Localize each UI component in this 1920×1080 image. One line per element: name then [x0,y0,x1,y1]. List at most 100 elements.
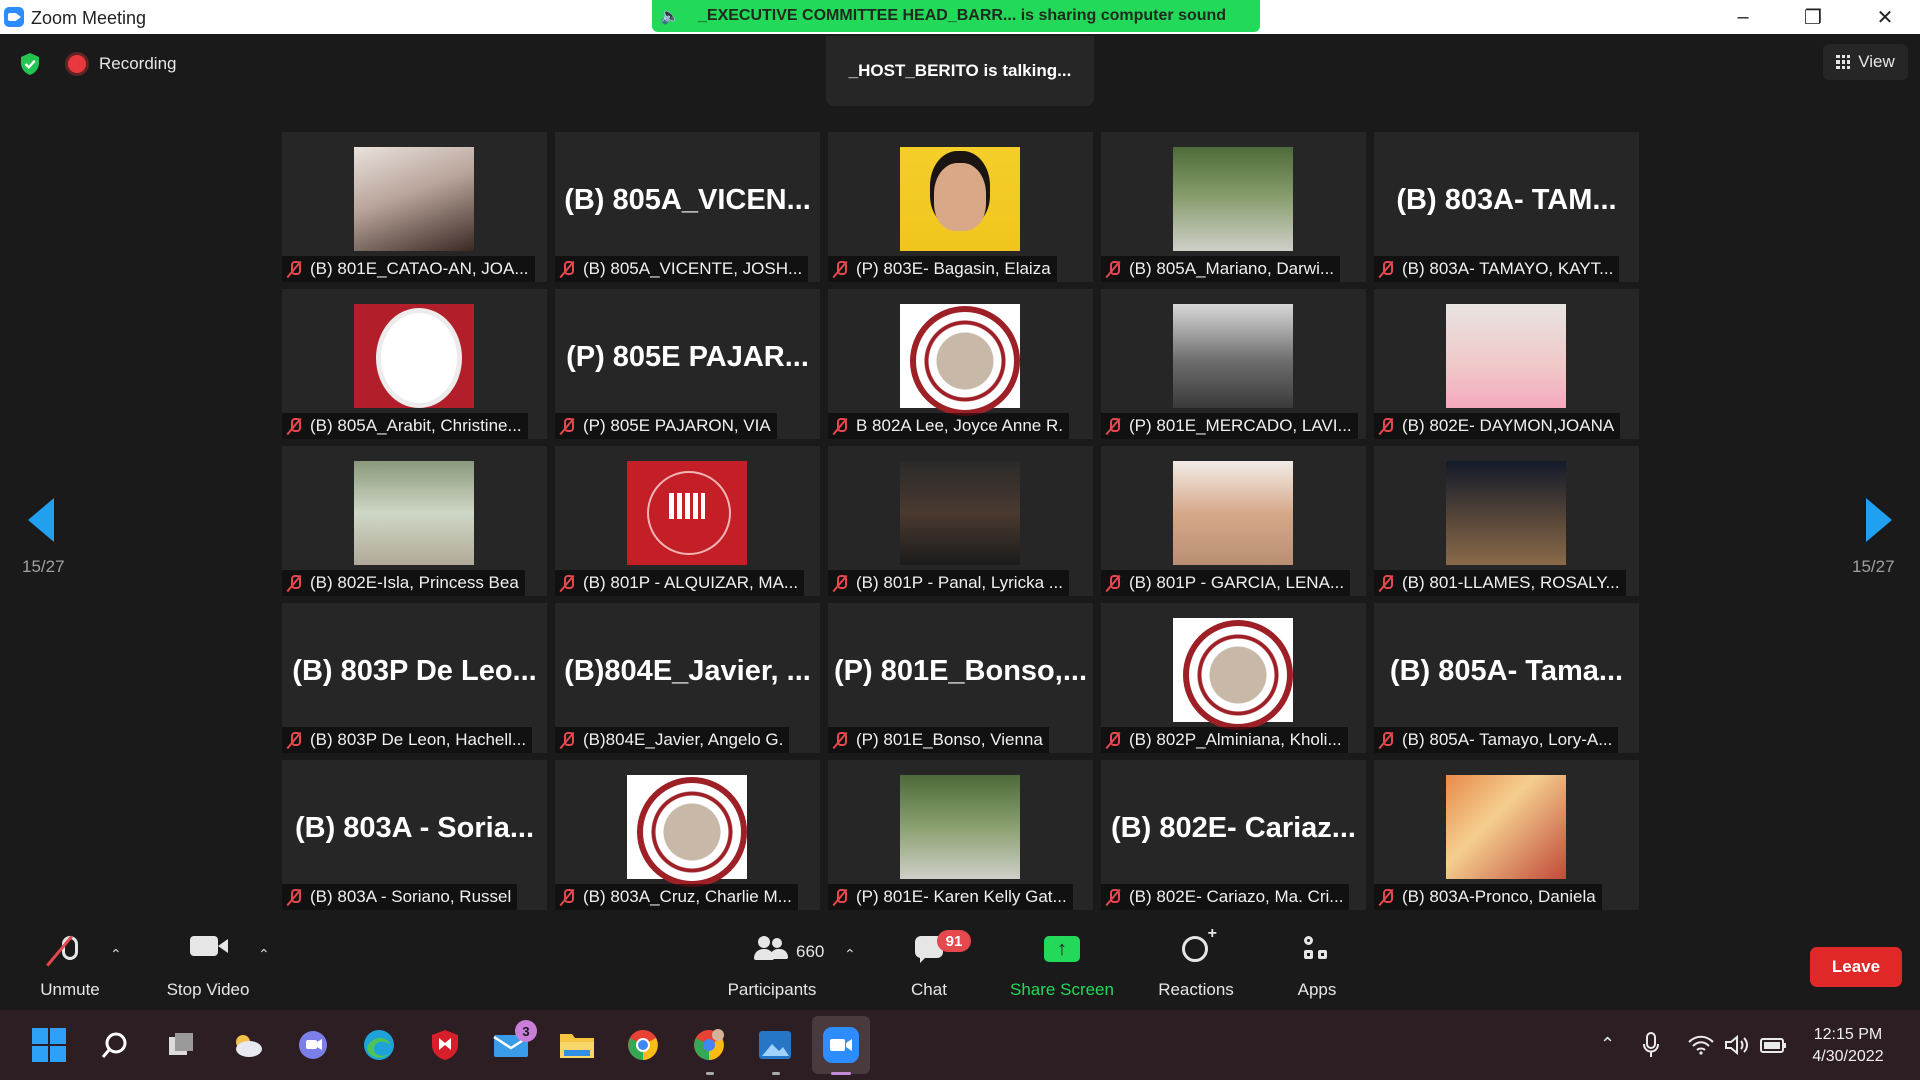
video-options-caret-icon[interactable]: ⌃ [258,946,270,963]
apps-label: Apps [1297,980,1337,999]
unmute-label: Unmute [40,980,100,999]
participant-name-bar: (B) 805A_Mariano, Darwi... [1101,256,1341,282]
participant-name-bar: (B) 803A- TAMAYO, KAYT... [1374,256,1620,282]
participant-tile[interactable]: (P) 801E_Bonso,... (P) 801E_Bonso, Vienna [828,603,1093,753]
audio-options-caret-icon[interactable]: ⌃ [110,946,122,963]
stop-video-button[interactable]: Stop Video [160,918,256,1010]
participant-tile[interactable]: (B) 803A - Soria... (B) 803A - Soriano, R… [282,760,547,910]
chrome-profile-icon[interactable] [690,1026,728,1064]
participant-tile[interactable]: (P) 805E PAJAR... (P) 805E PAJARON, VIA [555,289,820,439]
reactions-label: Reactions [1158,980,1234,999]
wifi-icon[interactable] [1688,1035,1714,1055]
mail-unread-badge: 3 [515,1020,537,1042]
participant-name-bar: (B)804E_Javier, Angelo G. [555,727,790,753]
participant-tile[interactable]: (P) 801E_MERCADO, LAVI... [1101,289,1366,439]
muted-microphone-icon [1378,574,1394,592]
participant-tile[interactable]: (B) 805A- Tama... (B) 805A- Tamayo, Lory-… [1374,603,1639,753]
participant-tile[interactable]: (B) 802E- DAYMON,JOANA [1374,289,1639,439]
participant-tile[interactable]: (B) 801P - GARCIA, LENA... [1101,446,1366,596]
participant-display-name: (B) 803P De Leo... [292,655,537,687]
participant-name: (B) 803A- TAMAYO, KAYT... [1402,259,1614,278]
apps-button[interactable]: Apps [1290,918,1344,1010]
participant-display-name: (P) 801E_Bonso,... [833,655,1087,687]
participants-options-caret-icon[interactable]: ⌃ [844,946,856,963]
participant-tile[interactable]: (P) 803E- Bagasin, Elaiza [828,132,1093,282]
photos-app-icon[interactable] [756,1026,794,1064]
unmute-button[interactable]: Unmute [30,918,110,1010]
participant-tile[interactable]: (B) 803A- TAM... (B) 803A- TAMAYO, KAYT..… [1374,132,1639,282]
participant-tile[interactable]: (B) 801-LLAMES, ROSALY... [1374,446,1639,596]
participant-video-image [1446,461,1566,565]
volume-icon[interactable] [1724,1034,1750,1056]
participant-name-bar: (B) 802E-Isla, Princess Bea [282,570,525,596]
restore-button[interactable]: ❐ [1778,0,1848,34]
participant-name-bar: (P) 801E_MERCADO, LAVI... [1101,413,1358,439]
task-view-icon[interactable] [162,1026,200,1064]
participant-name-bar: B 802A Lee, Joyce Anne R. [828,413,1069,439]
minimize-button[interactable]: – [1708,0,1778,34]
mcafee-shield-icon[interactable] [426,1026,464,1064]
participant-video-image [354,304,474,408]
participant-tile[interactable]: (B) 803P De Leo... (B) 803P De Leon, Hach… [282,603,547,753]
participants-button[interactable]: Participants [720,918,824,1010]
participant-tile[interactable]: (B) 802P_Alminiana, Kholi... [1101,603,1366,753]
share-screen-button[interactable]: Share Screen [1006,918,1118,1010]
participant-tile[interactable]: (B) 802E- Cariaz... (B) 802E- Cariazo, Ma… [1101,760,1366,910]
participant-name-bar: (B) 803A_Cruz, Charlie M... [555,884,798,910]
windows-start-icon[interactable] [30,1026,68,1064]
participant-tile[interactable]: (B) 803A_Cruz, Charlie M... [555,760,820,910]
muted-microphone-icon [1378,731,1394,749]
participant-display-name: (B) 803A - Soria... [294,812,535,844]
participants-icon [754,936,790,960]
participant-tile[interactable]: (P) 801E- Karen Kelly Gat... [828,760,1093,910]
participant-tile[interactable]: (B) 803A-Pronco, Daniela [1374,760,1639,910]
chat-label: Chat [911,980,947,999]
participant-name-bar: (B) 805A_Arabit, Christine... [282,413,528,439]
security-shield-icon[interactable] [18,52,42,76]
participant-tile[interactable]: (B) 802E-Isla, Princess Bea [282,446,547,596]
show-hidden-icons-icon[interactable]: ⌃ [1600,1034,1615,1055]
window-title: Zoom Meeting [31,8,147,28]
participant-display-name: (B)804E_Javier, ... [564,655,811,687]
participant-name-bar: (B) 801P - Panal, Lyricka ... [828,570,1069,596]
share-screen-icon [1044,936,1080,962]
active-speaker-indicator: _HOST_BERITO is talking... [826,36,1094,106]
close-button[interactable]: ✕ [1850,0,1920,34]
participant-tile[interactable]: (B)804E_Javier, ... (B)804E_Javier, Angel… [555,603,820,753]
edge-browser-icon[interactable] [360,1026,398,1064]
search-icon[interactable] [96,1026,134,1064]
participant-tile[interactable]: B 802A Lee, Joyce Anne R. [828,289,1093,439]
participant-tile[interactable]: (B) 801P - ALQUIZAR, MA... [555,446,820,596]
chrome-browser-icon[interactable] [624,1026,662,1064]
previous-page-arrow-icon[interactable] [28,498,54,542]
view-button[interactable]: View [1823,44,1908,80]
participant-tile[interactable]: (B) 805A_Mariano, Darwi... [1101,132,1366,282]
participant-display-name: (B) 803A- TAM... [1396,184,1617,216]
participant-video-image [900,147,1020,251]
participant-display-name: (B) 802E- Cariaz... [1111,812,1356,844]
next-page-arrow-icon[interactable] [1866,498,1892,542]
participant-video-image [1446,775,1566,879]
muted-microphone-icon [832,574,848,592]
participant-name: (B) 801-LLAMES, ROSALY... [1402,573,1620,592]
participant-name-bar: (B) 802E- Cariazo, Ma. Cri... [1101,884,1350,910]
participant-name-bar: (B) 801P - ALQUIZAR, MA... [555,570,805,596]
participant-name: (B) 802P_Alminiana, Kholi... [1129,730,1342,749]
video-camera-icon [190,936,228,956]
participant-tile[interactable]: (B) 801P - Panal, Lyricka ... [828,446,1093,596]
file-explorer-icon[interactable] [558,1026,596,1064]
battery-charging-icon[interactable] [1760,1036,1788,1054]
participant-tile[interactable]: (B) 805A_Arabit, Christine... [282,289,547,439]
zoom-taskbar-icon[interactable] [812,1016,870,1074]
muted-microphone-icon [559,260,575,278]
microphone-tray-icon[interactable] [1642,1032,1660,1058]
teams-chat-icon[interactable] [294,1026,332,1064]
participant-tile[interactable]: (B) 801E_CATAO-AN, JOA... [282,132,547,282]
leave-button[interactable]: Leave [1810,947,1902,987]
reactions-button[interactable]: Reactions [1154,918,1238,1010]
weather-widget-icon[interactable] [228,1026,266,1064]
participant-tile[interactable]: (B) 805A_VICEN... (B) 805A_VICENTE, JOSH.… [555,132,820,282]
participant-name-bar: (P) 803E- Bagasin, Elaiza [828,256,1057,282]
participant-display-name: (P) 805E PAJAR... [566,341,809,373]
taskbar-clock[interactable]: 12:15 PM 4/30/2022 [1800,1024,1896,1068]
